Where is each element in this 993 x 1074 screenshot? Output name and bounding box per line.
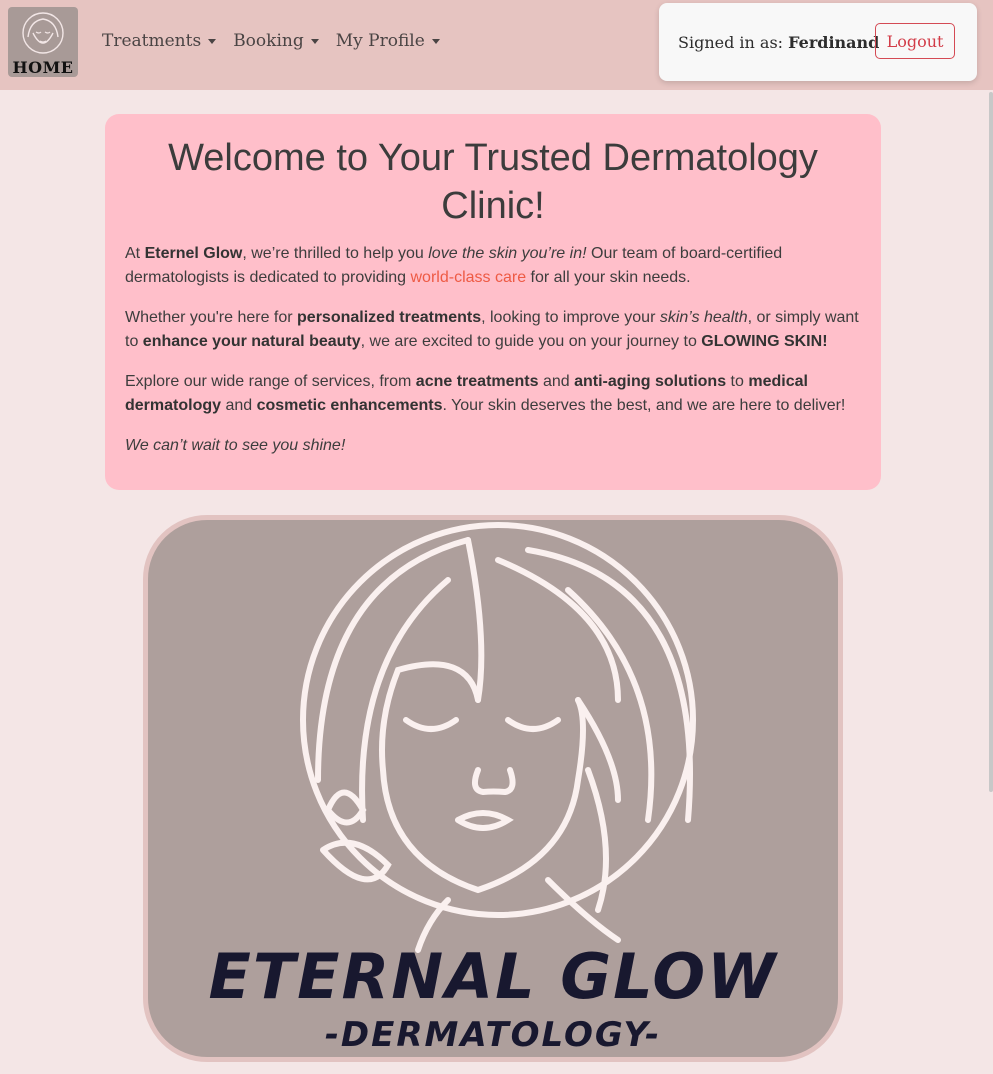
signed-in-prefix: Signed in as: [678, 33, 784, 52]
home-label: HOME [12, 58, 74, 77]
user-panel: Signed in as: Ferdinand Logout [659, 3, 977, 81]
caret-down-icon [310, 38, 319, 44]
logo-subtitle-text: -DERMATOLOGY- [325, 1015, 661, 1055]
logout-button[interactable]: Logout [875, 23, 955, 59]
page-scrollbar[interactable] [989, 92, 993, 792]
brand-name: Eternel Glow [144, 245, 243, 262]
main-menu: Treatments Booking My Profile [102, 31, 457, 51]
welcome-title: Welcome to Your Trusted Dermatology Clin… [168, 137, 818, 227]
closing-line: We can’t wait to see you shine! [125, 437, 346, 454]
signed-in-status: Signed in as: Ferdinand [678, 33, 879, 52]
user-name: Ferdinand [788, 33, 880, 52]
logo-brand-text: ETERNAL GLOW [209, 940, 779, 1013]
woman-face-logo-icon: ETERNAL GLOW -DERMATOLOGY- [209, 522, 779, 1055]
clinic-logo-image: ETERNAL GLOW -DERMATOLOGY- [143, 515, 843, 1062]
menu-booking[interactable]: Booking [233, 31, 319, 51]
home-logo-link[interactable]: HOME [8, 7, 78, 77]
navbar: HOME Treatments Booking My Profile Signe… [0, 0, 993, 90]
services-paragraph: Explore our wide range of services, from… [125, 373, 846, 414]
treatments-paragraph: Whether you're here for personalized tre… [125, 309, 859, 350]
menu-treatments[interactable]: Treatments [102, 31, 217, 51]
menu-treatments-label: Treatments [102, 31, 202, 51]
menu-booking-label: Booking [233, 31, 304, 51]
world-class-care-link[interactable]: world-class care [411, 269, 527, 286]
intro-paragraph: At Eternel Glow, we’re thrilled to help … [125, 245, 783, 286]
caret-down-icon [431, 38, 440, 44]
menu-my-profile-label: My Profile [335, 31, 425, 51]
caret-down-icon [208, 38, 217, 44]
welcome-card: Welcome to Your Trusted Dermatology Clin… [105, 114, 881, 490]
menu-my-profile[interactable]: My Profile [336, 31, 440, 51]
